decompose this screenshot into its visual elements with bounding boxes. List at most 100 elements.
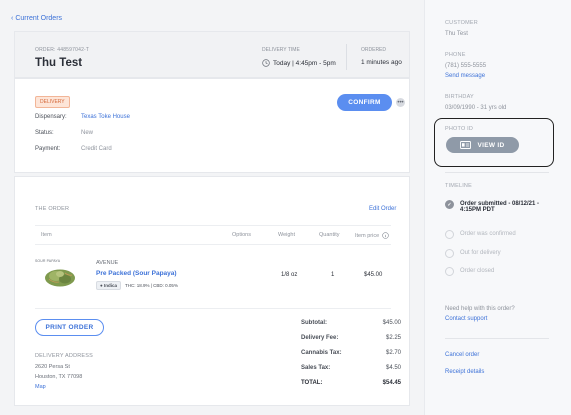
- print-order-button[interactable]: PRINT ORDER: [35, 319, 104, 336]
- timeline-text: Order closed: [460, 268, 495, 274]
- timeline-text: Order submitted - 08/12/21 -4:15PM PDT: [460, 201, 539, 213]
- total-value: $45.00: [382, 320, 401, 326]
- view-id-label: VIEW ID: [477, 141, 505, 149]
- order-id: ORDER: 448597042-T: [35, 47, 90, 53]
- col-options: Options: [232, 232, 251, 238]
- total-label: Subtotal:: [301, 320, 327, 326]
- delivery-time-value: Today | 4:45pm - 5pm: [262, 59, 336, 67]
- check-icon: ✓: [445, 200, 454, 209]
- back-label: Current Orders: [15, 15, 63, 22]
- edit-order-link[interactable]: Edit Order: [369, 206, 396, 212]
- total-label: Sales Tax:: [301, 365, 331, 371]
- customer-label: CUSTOMER: [445, 20, 478, 26]
- total-label: Cannabis Tax:: [301, 350, 342, 356]
- timeline-item-closed: Order closed: [445, 267, 495, 276]
- customer-name: Thu Test: [35, 57, 83, 69]
- detail-value: New: [81, 130, 94, 136]
- order-title: THE ORDER: [35, 206, 70, 212]
- timeline-text: Order was confirmed: [460, 231, 516, 237]
- col-weight: Weight: [278, 232, 296, 238]
- confirm-button[interactable]: CONFIRM: [337, 94, 392, 111]
- more-options-icon[interactable]: •••: [396, 98, 405, 107]
- detail-key: Dispensary:: [35, 114, 67, 120]
- order-details: DELIVERY CONFIRM ••• Dispensary: Texas T…: [14, 78, 410, 173]
- back-link[interactable]: ‹ Current Orders: [11, 15, 62, 22]
- item-weight: 1/8 oz: [281, 272, 298, 278]
- chevron-left-icon: ‹: [11, 15, 14, 22]
- detail-value: Credit Card: [81, 146, 112, 152]
- product-tags: ● Indica THC: 18.9% | CBD: 0.05%: [96, 281, 178, 290]
- map-link[interactable]: Map: [35, 384, 46, 390]
- order-header: ORDER: 448597042-T Thu Test DELIVERY TIM…: [14, 31, 410, 78]
- leaf-icon: ●: [100, 283, 103, 288]
- detail-row-payment: Payment: Credit Card: [35, 146, 112, 152]
- col-item: Item: [41, 232, 52, 238]
- info-icon[interactable]: [382, 232, 389, 239]
- id-card-icon: [460, 141, 472, 149]
- timeline-item-delivery: Out for delivery: [445, 249, 501, 258]
- main-panel: ‹ Current Orders ORDER: 448597042-T Thu …: [0, 0, 424, 415]
- strain-label: Indica: [103, 283, 117, 288]
- clock-icon: [262, 59, 270, 67]
- product-image: [45, 269, 75, 287]
- col-price: Item price: [355, 232, 389, 239]
- total-value: $54.45: [382, 380, 401, 386]
- timeline-item-submitted: ✓ Order submitted - 08/12/21 -4:15PM PDT: [445, 200, 539, 213]
- divider: [35, 308, 391, 309]
- total-value: $2.25: [385, 335, 401, 341]
- col-price-label: Item price: [355, 232, 380, 239]
- total-label: TOTAL:: [301, 380, 323, 386]
- timeline-label: TIMELINE: [445, 183, 472, 189]
- thc-cbd: THC: 18.9% | CBD: 0.05%: [125, 283, 178, 288]
- pending-circle-icon: [445, 230, 454, 239]
- ordered-label: ORDERED: [361, 47, 387, 53]
- address-label: DELIVERY ADDRESS: [35, 353, 94, 359]
- birthday-value: 03/09/1990 - 31 yrs old: [445, 105, 507, 111]
- sidebar-divider: [445, 338, 549, 339]
- pending-circle-icon: [445, 249, 454, 258]
- receipt-details-link[interactable]: Receipt details: [445, 369, 484, 375]
- product-name[interactable]: Pre Packed (Sour Papaya): [96, 270, 177, 277]
- item-quantity: 1: [331, 272, 335, 278]
- grand-total-row: TOTAL: $54.45: [301, 380, 401, 386]
- total-value: $2.70: [385, 350, 401, 356]
- timeline-text-line2: 4:15PM PDT: [460, 207, 495, 213]
- contact-support-link[interactable]: Contact support: [445, 316, 487, 322]
- customer-value: Thu Test: [445, 31, 468, 37]
- total-row: Subtotal: $45.00: [301, 320, 401, 326]
- detail-key: Status:: [35, 130, 54, 136]
- total-label: Delivery Fee:: [301, 335, 339, 341]
- detail-key: Payment:: [35, 146, 61, 152]
- col-quantity: Quantity: [319, 232, 340, 238]
- divider: [35, 244, 391, 245]
- order-items: THE ORDER Edit Order Item Options Weight…: [14, 176, 410, 406]
- help-text: Need help with this order?: [445, 306, 515, 312]
- total-row: Sales Tax: $4.50: [301, 365, 401, 371]
- phone-label: PHONE: [445, 52, 466, 58]
- total-row: Delivery Fee: $2.25: [301, 335, 401, 341]
- total-row: Cannabis Tax: $2.70: [301, 350, 401, 356]
- birthday-label: BIRTHDAY: [445, 94, 474, 100]
- timeline-text: Out for delivery: [460, 250, 501, 256]
- view-id-button[interactable]: VIEW ID: [446, 137, 519, 153]
- item-price: $45.00: [364, 272, 383, 278]
- pending-circle-icon: [445, 267, 454, 276]
- detail-row-status: Status: New: [35, 130, 93, 136]
- strain-badge: ● Indica: [96, 281, 121, 290]
- delivery-time-text: Today | 4:45pm - 5pm: [273, 59, 336, 67]
- phone-value: (781) 555-5555: [445, 63, 487, 69]
- sidebar-divider: [445, 172, 549, 173]
- cancel-order-link[interactable]: Cancel order: [445, 352, 479, 358]
- timeline-item-confirmed: Order was confirmed: [445, 230, 516, 239]
- delivery-badge: DELIVERY: [35, 96, 70, 108]
- header-divider: [346, 44, 347, 70]
- dispensary-link[interactable]: Texas Toke House: [81, 114, 130, 120]
- total-value: $4.50: [385, 365, 401, 371]
- send-message-link[interactable]: Send message: [445, 73, 485, 79]
- ordered-value: 1 minutes ago: [361, 59, 402, 66]
- detail-row-dispensary: Dispensary: Texas Toke House: [35, 114, 130, 120]
- photo-id-label: PHOTO ID: [445, 126, 474, 132]
- address-line2: Houston, TX 77098: [35, 374, 83, 380]
- delivery-time-label: DELIVERY TIME: [262, 47, 300, 53]
- product-brand: AVENUE: [96, 260, 119, 266]
